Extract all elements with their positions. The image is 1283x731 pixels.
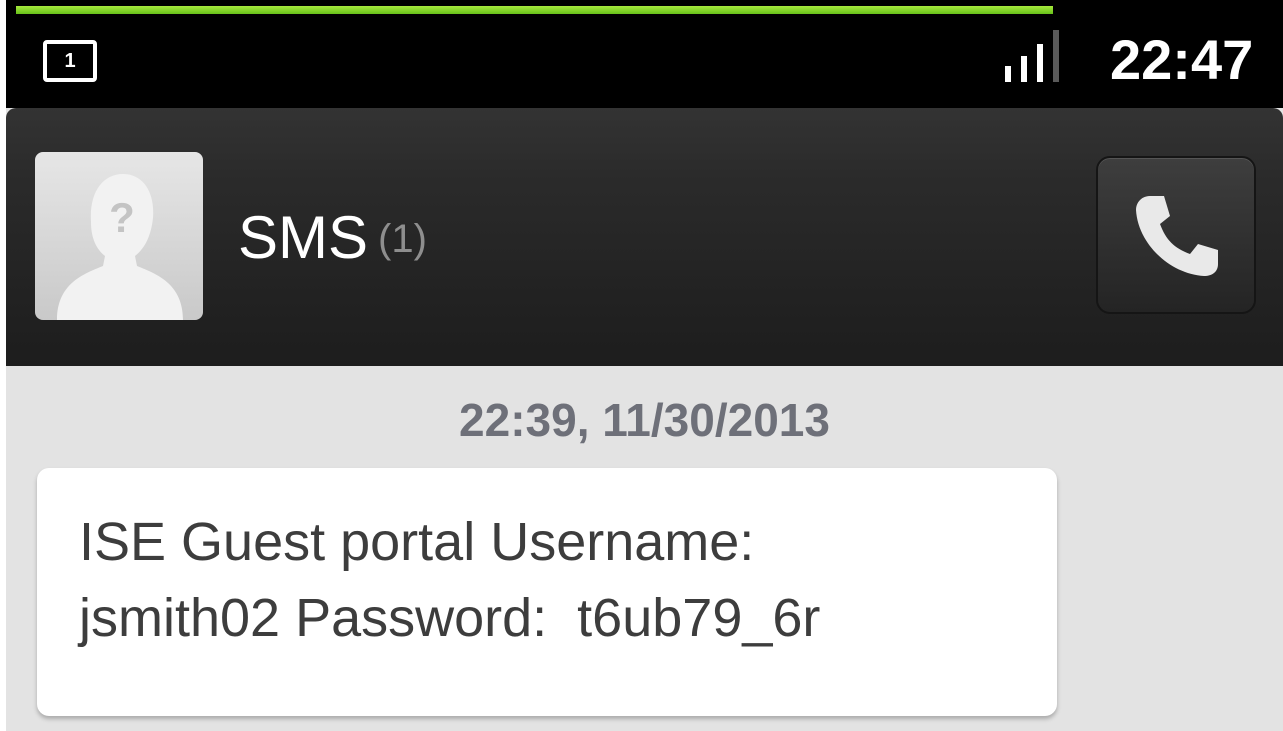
signal-strength-icon	[1005, 30, 1071, 82]
sms-screen: 1 22:47 ? SMS (1) 22:39, 11/30/2013 ISE G…	[6, 0, 1283, 731]
progress-indicator	[16, 6, 1053, 14]
status-bar: 1 22:47	[6, 0, 1283, 108]
sender-name: SMS	[238, 204, 369, 271]
conversation-header: ? SMS (1)	[6, 108, 1283, 366]
phone-handset-icon	[1136, 196, 1218, 276]
message-line: ISE Guest portal Username:	[79, 512, 755, 572]
message-bubble[interactable]: ISE Guest portal Username: jsmith02 Pass…	[37, 468, 1057, 716]
message-line: jsmith02 Password: t6ub79_6r	[79, 588, 821, 648]
notification-count-icon[interactable]: 1	[43, 40, 97, 82]
message-timestamp: 22:39, 11/30/2013	[459, 394, 830, 446]
call-button[interactable]	[1096, 156, 1256, 314]
unknown-person-icon[interactable]: ?	[35, 152, 203, 320]
conversation-title: SMS (1)	[238, 204, 427, 272]
status-clock: 22:47	[1110, 28, 1254, 91]
message-count: (1)	[378, 217, 427, 261]
avatar-placeholder: ?	[109, 194, 135, 241]
